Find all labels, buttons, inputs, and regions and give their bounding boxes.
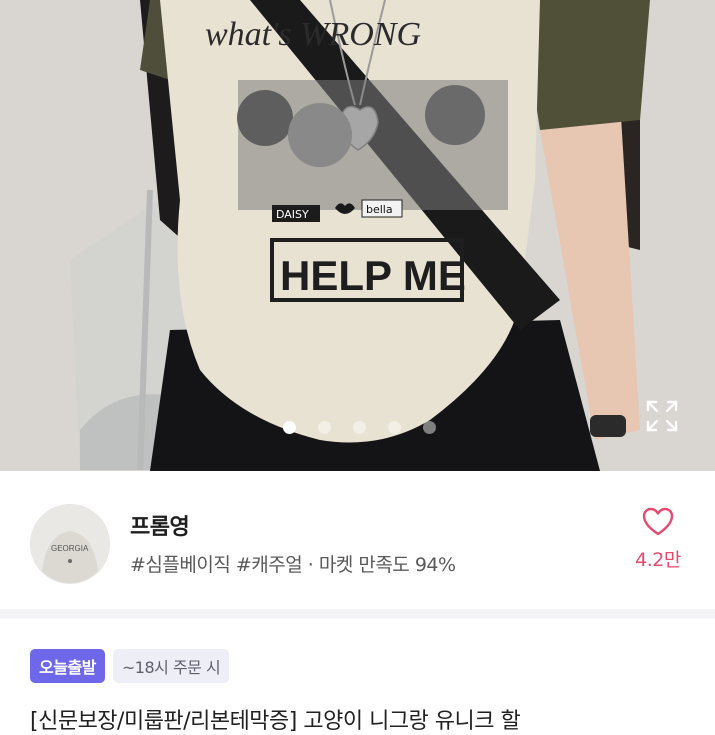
expand-button[interactable] — [645, 399, 681, 435]
shop-info[interactable]: GEORGIA 프롬영 #심플베이직 #캐주얼 · 마켓 만족도 94% 4.2… — [0, 471, 715, 609]
section-divider — [0, 609, 715, 619]
shop-tags: #심플베이직 #캐주얼 · 마켓 만족도 94% — [130, 554, 456, 576]
like-count: 4.2만 — [635, 549, 681, 571]
like-button[interactable]: 4.2만 — [627, 507, 689, 572]
product-image[interactable]: DAISY bella what's WRONG HELP ME — [0, 0, 715, 471]
heart-icon — [642, 507, 674, 536]
avatar-image: GEORGIA — [31, 505, 109, 583]
shirt-text-help: HELP ME — [280, 252, 466, 299]
shirt-label-daisy: DAISY — [276, 208, 309, 221]
shop-name[interactable]: 프롬영 — [130, 509, 190, 541]
carousel-dot[interactable] — [353, 421, 366, 434]
shirt-text-top: what's WRONG — [205, 16, 421, 53]
product-photo: DAISY bella what's WRONG HELP ME — [0, 0, 715, 471]
product-title: [신문보장/미룹판/리본테막증] 고양이 니그랑 유니크 할 — [30, 709, 521, 734]
carousel-dot[interactable] — [388, 421, 401, 434]
shipping-badges: 오늘출발 ~18시 주문 시 — [30, 649, 230, 683]
carousel-dot[interactable] — [423, 421, 436, 434]
today-ship-badge: 오늘출발 — [30, 649, 105, 683]
shirt-label-bella: bella — [366, 203, 393, 216]
carousel-indicator — [283, 421, 436, 434]
shop-avatar[interactable]: GEORGIA — [30, 504, 110, 584]
expand-icon — [646, 400, 678, 432]
order-deadline-badge: ~18시 주문 시 — [112, 649, 230, 683]
avatar-shirt-text: GEORGIA — [51, 544, 89, 553]
carousel-dot-active[interactable] — [283, 421, 296, 434]
carousel-dot[interactable] — [318, 421, 331, 434]
